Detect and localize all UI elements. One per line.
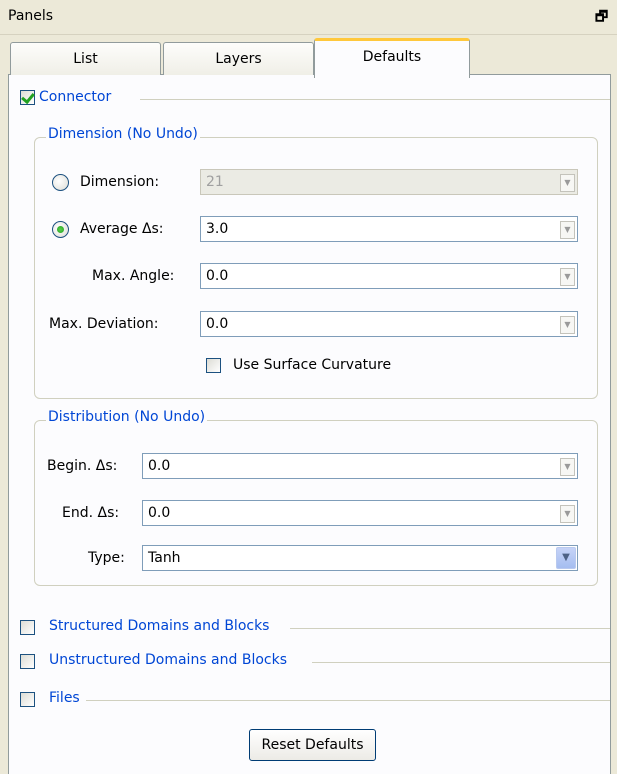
connector-checkbox[interactable] — [20, 90, 35, 105]
files-label[interactable]: Files — [49, 690, 82, 706]
max-angle-field[interactable]: 0.0 ▼ — [200, 263, 578, 289]
float-window-icon[interactable]: 🗗 — [595, 6, 608, 30]
spin-arrow-icon[interactable]: ▼ — [560, 316, 575, 334]
average-ds-field[interactable]: 3.0 ▼ — [200, 216, 578, 242]
dimension-group-title: Dimension (No Undo) — [46, 126, 200, 142]
dimension-radio[interactable] — [52, 174, 69, 191]
panel-title: Panels — [8, 8, 54, 24]
begin-ds-field[interactable]: 0.0 ▼ — [142, 453, 578, 479]
max-angle-value: 0.0 — [206, 268, 229, 284]
end-ds-label: End. Δs: — [62, 505, 120, 521]
max-deviation-field[interactable]: 0.0 ▼ — [200, 311, 578, 337]
type-select[interactable]: Tanh ▼ — [142, 545, 578, 571]
dimension-label: Dimension: — [80, 174, 160, 190]
connector-divider — [140, 99, 610, 100]
chevron-down-icon[interactable]: ▼ — [556, 547, 576, 569]
dimension-field: 21 ▼ — [200, 169, 578, 195]
max-deviation-label: Max. Deviation: — [49, 316, 159, 332]
end-ds-value: 0.0 — [148, 505, 171, 521]
structured-label[interactable]: Structured Domains and Blocks — [49, 618, 272, 634]
average-ds-radio[interactable] — [52, 221, 69, 238]
spin-arrow-icon[interactable]: ▼ — [560, 268, 575, 286]
end-ds-field[interactable]: 0.0 ▼ — [142, 500, 578, 526]
max-deviation-value: 0.0 — [206, 316, 229, 332]
spin-arrow-icon[interactable]: ▼ — [560, 221, 575, 239]
spin-arrow-icon: ▼ — [560, 174, 575, 192]
begin-ds-value: 0.0 — [148, 458, 171, 474]
unstructured-divider — [312, 662, 610, 663]
structured-divider — [290, 628, 610, 629]
average-ds-value: 3.0 — [206, 221, 229, 237]
connector-label[interactable]: Connector — [39, 89, 114, 105]
structured-checkbox[interactable] — [20, 620, 35, 635]
spin-arrow-icon[interactable]: ▼ — [560, 505, 575, 523]
unstructured-label[interactable]: Unstructured Domains and Blocks — [49, 652, 290, 668]
reset-defaults-button[interactable]: Reset Defaults — [249, 729, 376, 761]
tab-layers[interactable]: Layers — [163, 42, 314, 75]
dimension-value: 21 — [206, 174, 224, 190]
surface-curvature-checkbox[interactable] — [206, 358, 221, 373]
tab-defaults[interactable]: Defaults — [314, 38, 470, 78]
type-label: Type: — [88, 550, 125, 566]
panel-titlebar: Panels 🗗 — [0, 0, 617, 35]
files-checkbox[interactable] — [20, 692, 35, 707]
type-value: Tanh — [148, 550, 181, 566]
begin-ds-label: Begin. Δs: — [47, 458, 118, 474]
average-ds-label: Average Δs: — [80, 221, 164, 237]
unstructured-checkbox[interactable] — [20, 654, 35, 669]
max-angle-label: Max. Angle: — [92, 268, 175, 284]
tab-list[interactable]: List — [10, 42, 161, 75]
surface-curvature-label[interactable]: Use Surface Curvature — [233, 357, 391, 373]
spin-arrow-icon[interactable]: ▼ — [560, 458, 575, 476]
files-divider — [86, 700, 610, 701]
distribution-group-title: Distribution (No Undo) — [46, 409, 208, 425]
